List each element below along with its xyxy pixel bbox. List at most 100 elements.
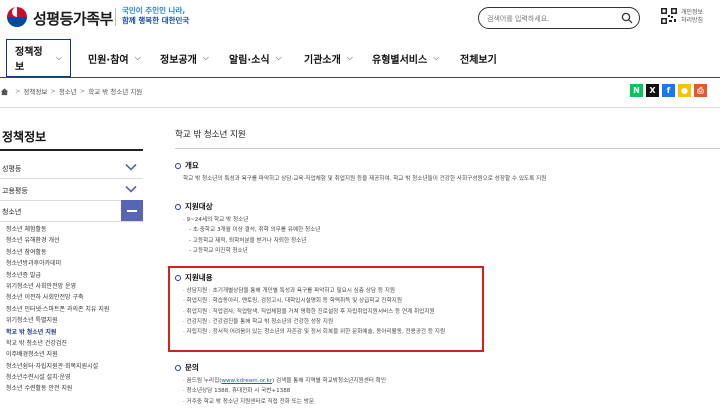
section-heading-text: 개요 (185, 161, 199, 170)
slogan-line-1: 국민이 주인인 나라, (122, 6, 186, 15)
section-heading-text: 지원대상 (185, 202, 213, 211)
x-icon[interactable]: X (646, 84, 659, 97)
nav-label: 기관소개 (304, 54, 341, 66)
main-nav: 정책정보 ⌵ 민원·참여 ⌵ 정보공개 ⌵ 알림·소식 ⌵ 기관소개 ⌵ 유형별서비스 ⌵ … (0, 38, 720, 78)
naver-blog-icon[interactable]: N (630, 84, 643, 97)
highlight-box (168, 266, 484, 352)
sidebar-sub-item[interactable]: 청소년쉼터·자립지원관·회복지원시설 (0, 361, 143, 372)
facebook-icon[interactable]: f (662, 84, 675, 97)
section-eligibility: 지원대상 · 9~24세의 학교 밖 청소년 - 초·중학교 3개월 이상 결석… (175, 201, 715, 256)
slogan-line-2: 함께 행복한 대한민국 (122, 16, 190, 25)
kakaostory-icon[interactable]: ● (678, 84, 691, 97)
search-box (478, 7, 640, 29)
breadcrumb-separator: > (50, 87, 56, 95)
nav-item-disclosure[interactable]: 정보공개 ⌵ (152, 39, 217, 77)
section-line: 학교 밖 청소년의 특성과 욕구를 파악하고 상담·교육·직업체험 및 취업지원… (183, 176, 547, 182)
nav-label: 정책정보 (15, 47, 43, 73)
share-bar: N X f ● ⎙ (630, 84, 710, 97)
section-body: 학교 밖 청소년의 특성과 욕구를 파악하고 상담·교육·직업체험 및 취업지원… (175, 174, 715, 184)
collapse-minus-icon[interactable] (121, 200, 143, 221)
sidebar-sub-item[interactable]: 청소년 이전하 사회안전망 구축 (0, 292, 143, 303)
breadcrumb-item-current[interactable]: 학교 밖 청소년 지원 (88, 86, 142, 96)
sidebar-sub-item[interactable]: 위기청소년 사회안전망 운영 (0, 281, 143, 292)
sidebar-sub-item-current[interactable]: 학교 밖 청소년 지원 (0, 327, 143, 338)
section-line: - 초·중학교 3개월 이상 결석, 취학 의무를 유예한 청소년 (189, 227, 321, 234)
sidebar-item-gender-equality[interactable]: 성평등 (0, 157, 143, 179)
section-body: · 9~24세의 학교 밖 청소년 - 초·중학교 3개월 이상 결석, 취학 … (175, 215, 715, 256)
sidebar-item-label: 성평등 (2, 165, 22, 173)
print-icon[interactable]: ⎙ (694, 84, 707, 97)
sidebar-sub-item[interactable]: 청소년 인터넷·스마트폰 과의존 치유 지원 (0, 304, 143, 315)
nav-item-about[interactable]: 기관소개 ⌵ (296, 39, 361, 77)
page-title-divider (175, 148, 720, 149)
qr-text-line-2: 처리방침 (681, 17, 704, 24)
nav-item-policy[interactable]: 정책정보 ⌵ (6, 39, 71, 77)
section-heading: 개요 (175, 160, 715, 171)
privacy-policy-link[interactable]: 개인정보 처리방침 (681, 9, 703, 25)
sidebar-sub-item[interactable]: 청소년방과후아카데미 (0, 258, 143, 269)
breadcrumb-separator: > (15, 87, 21, 95)
logo-divider (115, 8, 116, 26)
government-emblem-icon[interactable] (5, 5, 29, 29)
nav-label: 민원·참여 (88, 54, 129, 66)
bullet-ring-icon (175, 364, 181, 371)
sidebar-sub-item[interactable]: 청소년 참여활동 (0, 247, 143, 258)
sidebar-sub-item[interactable]: 이주배경청소년 지원 (0, 349, 143, 360)
sidebar-sub-list: 청소년 체험활동 청소년 유해환경 개선 청소년 참여활동 청소년방과후아카데미… (0, 224, 143, 395)
nav-label: 유형별서비스 (372, 54, 428, 66)
chevron-down-icon: ⌵ (346, 53, 353, 62)
site-header: 성평등가족부 국민이 주인인 나라, 함께 행복한 대한민국 개인정보 처리방침 (0, 0, 720, 38)
government-slogan: 국민이 주인인 나라, 함께 행복한 대한민국 (122, 6, 189, 26)
nav-item-news[interactable]: 알림·소식 ⌵ (221, 39, 290, 77)
nav-label: 알림·소식 (229, 54, 270, 66)
chevron-down-icon: ⌵ (202, 53, 209, 62)
section-line-text: · 꿈드림 누리집 (183, 378, 220, 384)
nav-item-all[interactable]: 전체보기 (452, 39, 505, 77)
bullet-ring-icon (175, 203, 181, 210)
section-line: · 9~24세의 학교 밖 청소년 (183, 217, 249, 223)
nav-item-civil[interactable]: 민원·참여 ⌵ (80, 39, 149, 77)
site-name[interactable]: 성평등가족부 (33, 8, 113, 29)
breadcrumb: > 정책정보 > 청소년 > 학교 밖 청소년 지원 (0, 84, 142, 98)
nav-label: 전체보기 (460, 54, 497, 66)
chevron-down-icon: ⌵ (134, 53, 141, 62)
sidebar-sub-item[interactable]: 위기청소년 특별지원 (0, 315, 143, 326)
breadcrumb-divider (0, 107, 720, 108)
section-heading: 지원대상 (175, 201, 715, 212)
sidebar-sub-item[interactable]: 학교 밖 청소년 건강검진 (0, 338, 143, 349)
sidebar-item-employment-equality[interactable]: 고용평등 (0, 179, 143, 201)
sidebar-sub-item[interactable]: 청소년수련시설 설치·운영 (0, 372, 143, 383)
section-heading: 문의 (175, 362, 715, 373)
search-icon[interactable] (621, 12, 633, 24)
nav-item-services[interactable]: 유형별서비스 ⌵ (364, 39, 447, 77)
section-line: · 거주중 학교 밖 청소년 지원센터로 직접 전화 또는 방문 (183, 398, 314, 405)
chevron-down-icon (125, 185, 137, 193)
sidebar-sub-item[interactable]: 청소년증 발급 (0, 270, 143, 281)
breadcrumb-separator: > (79, 87, 86, 95)
home-icon[interactable] (0, 87, 9, 96)
breadcrumb-item[interactable]: 정책정보 (23, 86, 47, 96)
breadcrumb-item[interactable]: 청소년 (59, 86, 77, 96)
nav-label: 정보공개 (160, 54, 197, 66)
section-line: · 청소년상담 1388, 휴대전화 시 국번+1388 (183, 388, 291, 395)
sidebar-sub-item[interactable]: 청소년 체험활동 (0, 224, 143, 235)
section-line: · 꿈드림 누리집(www.kdream.or.kr) 검색을 통해 지역별 학… (183, 378, 386, 384)
sidebar-title: 정책정보 (2, 130, 47, 144)
section-line: - 고등학교 제적, 퇴학처분을 받거나 자퇴한 청소년 (189, 237, 307, 244)
section-body: · 꿈드림 누리집(www.kdream.or.kr) 검색을 통해 지역별 학… (175, 376, 715, 407)
section-overview: 개요 학교 밖 청소년의 특성과 욕구를 파악하고 상담·교육·직업체험 및 취… (175, 160, 715, 184)
kdream-link[interactable]: www.kdream.or.kr (221, 378, 272, 384)
sidebar-sub-item[interactable]: 청소년 유해환경 개선 (0, 235, 143, 246)
section-inquiry: 문의 · 꿈드림 누리집(www.kdream.or.kr) 검색을 통해 지역… (175, 362, 715, 407)
section-heading-text: 문의 (185, 363, 199, 372)
sidebar-title-underline (0, 149, 143, 151)
section-line: - 고등학교 미진학 청소년 (189, 247, 248, 254)
sidebar-sub-item[interactable]: 청소년 수련활동 안전 지원 (0, 383, 143, 394)
qr-text-line-1: 개인정보 (681, 9, 704, 16)
chevron-down-icon: ⌵ (55, 53, 62, 62)
qr-code-icon[interactable] (661, 8, 677, 24)
sidebar-item-youth[interactable]: 청소년 (0, 200, 143, 222)
sidebar-item-label: 청소년 (2, 208, 22, 216)
chevron-down-icon: ⌵ (275, 53, 282, 62)
search-input[interactable] (487, 11, 617, 26)
